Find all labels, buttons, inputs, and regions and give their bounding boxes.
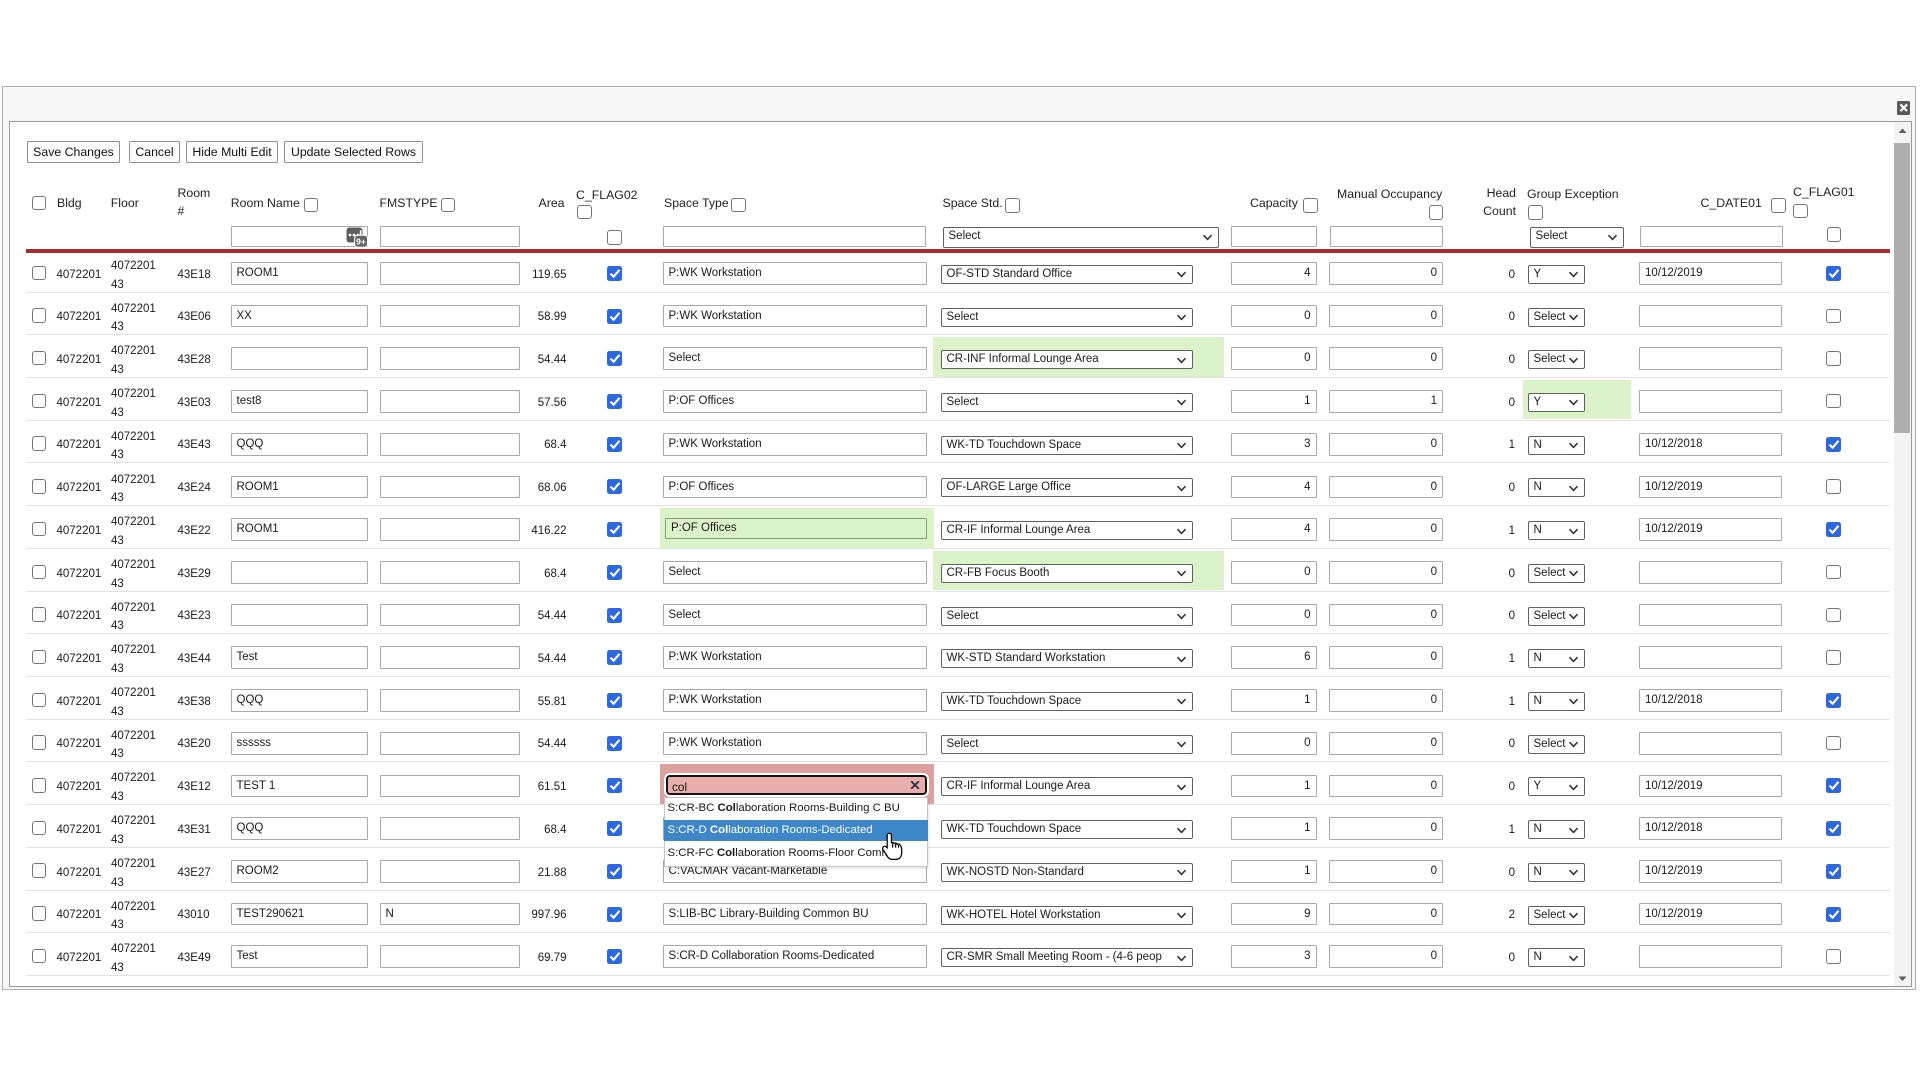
- svg-text:9+: 9+: [356, 237, 366, 247]
